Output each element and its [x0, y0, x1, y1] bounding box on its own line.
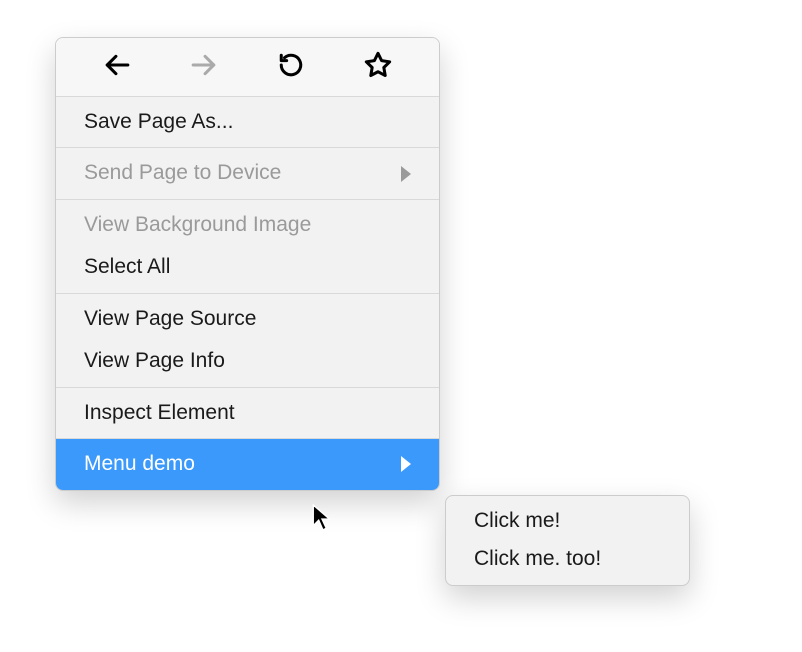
menu-item-label: View Page Source — [84, 304, 256, 334]
back-arrow-icon — [104, 52, 130, 83]
menu-item-inspect-element[interactable]: Inspect Element — [56, 388, 439, 438]
context-menu: Save Page As... Send Page to Device View… — [55, 37, 440, 491]
menu-item-view-page-source[interactable]: View Page Source — [56, 294, 439, 340]
chevron-right-icon — [401, 166, 411, 182]
menu-item-label: Select All — [84, 252, 170, 282]
forward-arrow-icon — [191, 52, 217, 83]
star-icon — [364, 51, 392, 84]
menu-item-save-page-as[interactable]: Save Page As... — [56, 97, 439, 147]
toolbar-row — [56, 38, 439, 96]
reload-icon — [278, 52, 304, 83]
cursor-pointer-icon — [312, 504, 334, 537]
menu-item-select-all[interactable]: Select All — [56, 246, 439, 292]
menu-item-menu-demo[interactable]: Menu demo — [56, 439, 439, 489]
menu-item-send-page-to-device: Send Page to Device — [56, 148, 439, 198]
submenu-item-click-me-too[interactable]: Click me. too! — [446, 540, 689, 578]
menu-item-label: Menu demo — [84, 449, 195, 479]
forward-button — [189, 52, 219, 82]
menu-item-label: View Page Info — [84, 346, 225, 376]
menu-item-label: Send Page to Device — [84, 158, 281, 188]
reload-button[interactable] — [276, 52, 306, 82]
menu-item-label: Inspect Element — [84, 398, 235, 428]
menu-item-label: Save Page As... — [84, 107, 233, 137]
menu-item-label: Click me. too! — [474, 547, 601, 570]
menu-item-view-page-info[interactable]: View Page Info — [56, 340, 439, 386]
bookmark-button[interactable] — [363, 52, 393, 82]
chevron-right-icon — [401, 456, 411, 472]
menu-item-view-background-image: View Background Image — [56, 200, 439, 246]
menu-item-label: Click me! — [474, 509, 560, 532]
back-button[interactable] — [102, 52, 132, 82]
submenu-menu-demo: Click me! Click me. too! — [445, 495, 690, 586]
submenu-item-click-me[interactable]: Click me! — [446, 502, 689, 540]
menu-item-label: View Background Image — [84, 210, 311, 240]
